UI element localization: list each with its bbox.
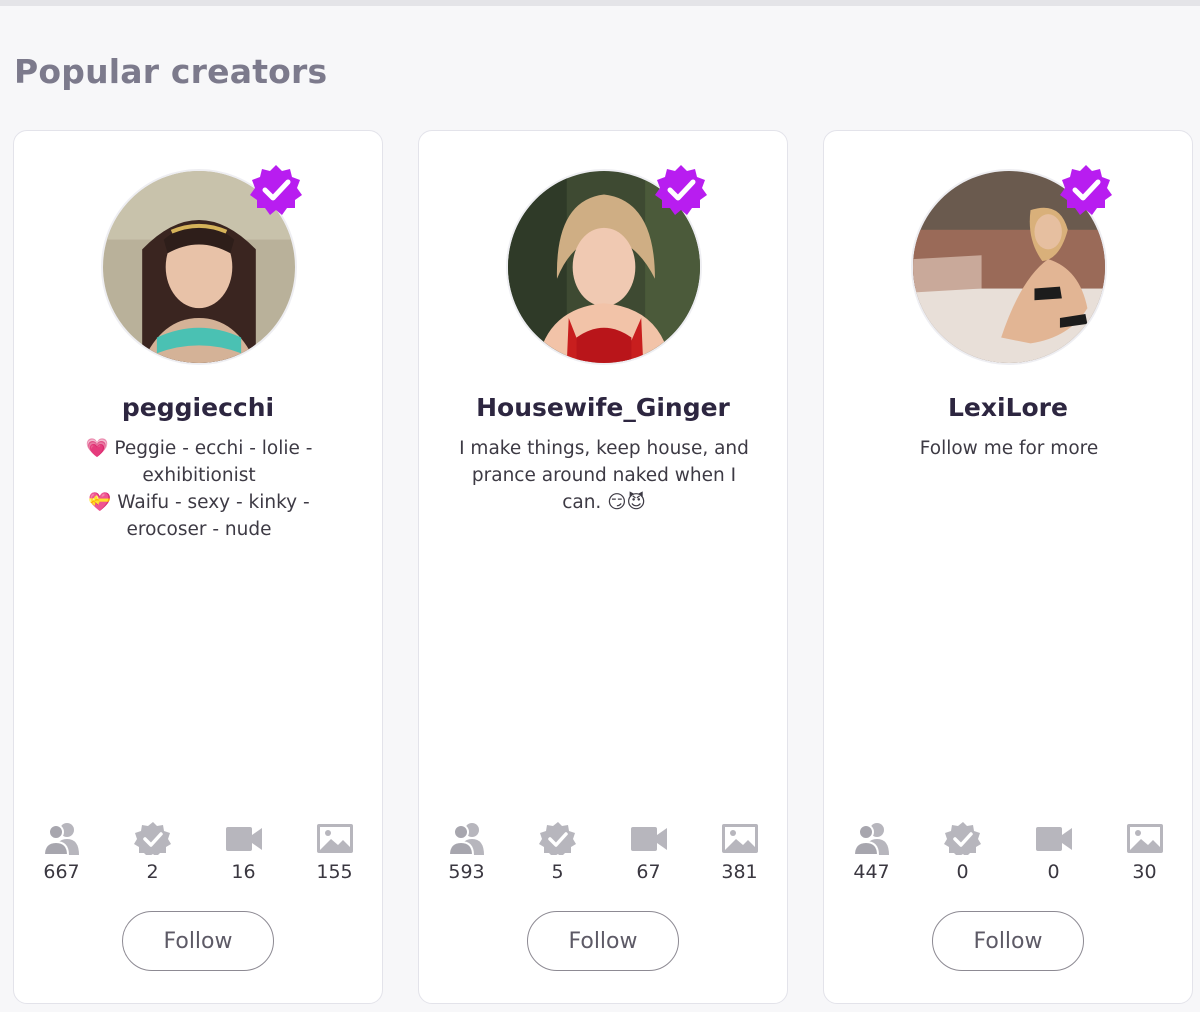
videos-count: 67 xyxy=(636,861,661,883)
bio-line: prance around naked when I xyxy=(471,465,737,486)
followers-stat: 667 xyxy=(16,821,107,883)
creator-username[interactable]: LexiLore xyxy=(824,393,1192,422)
followers-count: 667 xyxy=(43,861,80,883)
verified-badge-icon xyxy=(250,165,302,215)
verified-stat: 5 xyxy=(512,821,603,883)
videos-count: 0 xyxy=(1047,861,1060,883)
followers-icon xyxy=(42,823,79,855)
video-icon xyxy=(630,827,667,851)
follow-button[interactable]: Follow xyxy=(932,911,1084,971)
verified-badge-icon xyxy=(655,165,707,215)
creator-stats: 593 5 67 381 xyxy=(419,821,787,883)
creator-card[interactable]: Housewife_Ginger I make things, keep hou… xyxy=(418,130,788,1004)
follow-button[interactable]: Follow xyxy=(527,911,679,971)
images-stat: 30 xyxy=(1099,821,1190,883)
avatar-container xyxy=(101,165,302,365)
followers-icon xyxy=(852,823,889,855)
followers-stat: 447 xyxy=(826,821,917,883)
creator-bio: Follow me for more xyxy=(864,435,1154,462)
creator-bio: I make things, keep house, and prance ar… xyxy=(459,435,749,516)
avatar-container xyxy=(911,165,1112,365)
videos-stat: 67 xyxy=(603,821,694,883)
verified-count: 5 xyxy=(551,861,564,883)
images-stat: 155 xyxy=(289,821,380,883)
videos-count: 16 xyxy=(231,861,256,883)
bio-line: Follow me for more xyxy=(919,438,1099,459)
creator-card[interactable]: peggiecchi 💗 Peggie - ecchi - lolie - ex… xyxy=(13,130,383,1004)
videos-stat: 16 xyxy=(198,821,289,883)
video-icon xyxy=(225,827,262,851)
creator-username[interactable]: peggiecchi xyxy=(14,393,382,422)
followers-icon xyxy=(447,823,484,855)
images-count: 155 xyxy=(316,861,353,883)
follow-button[interactable]: Follow xyxy=(122,911,274,971)
creator-username[interactable]: Housewife_Ginger xyxy=(419,393,787,422)
verified-badge-icon xyxy=(133,822,171,855)
creator-card[interactable]: LexiLore Follow me for more 447 0 0 30 F… xyxy=(823,130,1193,1004)
section-title: Popular creators xyxy=(14,52,328,91)
bio-line: 💝 Waifu - sexy - kinky - xyxy=(88,492,310,513)
images-count: 381 xyxy=(721,861,758,883)
verified-stat: 0 xyxy=(917,821,1008,883)
creator-stats: 447 0 0 30 xyxy=(824,821,1192,883)
image-icon xyxy=(1126,824,1163,853)
top-divider xyxy=(0,0,1200,6)
videos-stat: 0 xyxy=(1008,821,1099,883)
images-stat: 381 xyxy=(694,821,785,883)
bio-line: erocoser - nude xyxy=(126,519,272,540)
bio-line: exhibitionist xyxy=(142,465,256,486)
verified-count: 0 xyxy=(956,861,969,883)
avatar-container xyxy=(506,165,707,365)
verified-count: 2 xyxy=(146,861,159,883)
followers-stat: 593 xyxy=(421,821,512,883)
bio-line: 💗 Peggie - ecchi - lolie - xyxy=(85,438,313,459)
image-icon xyxy=(316,824,353,853)
bio-line: can. 😏😈 xyxy=(562,492,646,513)
creator-card-list: peggiecchi 💗 Peggie - ecchi - lolie - ex… xyxy=(13,130,1193,1004)
verified-badge-icon xyxy=(1060,165,1112,215)
verified-stat: 2 xyxy=(107,821,198,883)
verified-badge-icon xyxy=(943,822,981,855)
bio-line: I make things, keep house, and xyxy=(459,438,749,459)
image-icon xyxy=(721,824,758,853)
followers-count: 593 xyxy=(448,861,485,883)
creator-stats: 667 2 16 155 xyxy=(14,821,382,883)
creator-bio: 💗 Peggie - ecchi - lolie - exhibitionist… xyxy=(54,435,344,543)
video-icon xyxy=(1035,827,1072,851)
followers-count: 447 xyxy=(853,861,890,883)
verified-badge-icon xyxy=(538,822,576,855)
images-count: 30 xyxy=(1132,861,1157,883)
